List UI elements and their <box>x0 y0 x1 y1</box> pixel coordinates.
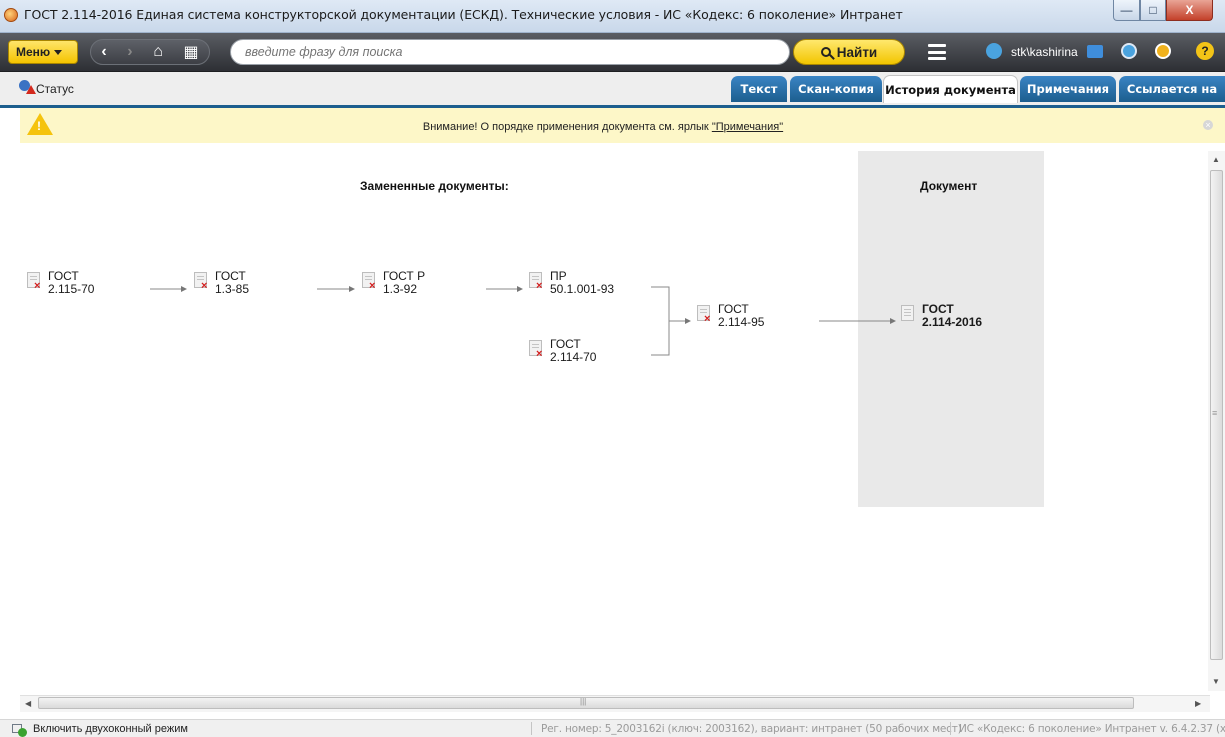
cancelled-document-icon: × <box>529 272 542 292</box>
dual-window-toggle[interactable]: Включить двухоконный режим <box>33 723 188 735</box>
history-connectors <box>150 286 896 356</box>
cancelled-document-icon: × <box>529 340 542 360</box>
node-number: 1.3-85 <box>215 282 250 296</box>
scroll-left-arrow-icon[interactable]: ◀ <box>25 699 31 708</box>
scroll-right-arrow-icon[interactable]: ▶ <box>1195 699 1201 708</box>
node-number: 2.115-70 <box>48 282 95 296</box>
node-number: 50.1.001-93 <box>550 282 615 296</box>
version-info: ИС «Кодекс: 6 поколение» Интранет v. 6.4… <box>959 723 1225 735</box>
status-divider <box>531 722 532 735</box>
node-number: 2.114-95 <box>718 315 765 329</box>
history-node-pr-50-1-001-93[interactable]: × ПР 50.1.001-93 <box>529 270 614 296</box>
history-node-gost-1-3-85[interactable]: × ГОСТ 1.3-85 <box>194 270 249 296</box>
document-icon <box>901 305 914 323</box>
history-node-gost-r-1-3-92[interactable]: × ГОСТ Р 1.3-92 <box>362 270 425 296</box>
scroll-down-arrow-icon[interactable]: ▼ <box>1212 677 1220 686</box>
node-number: 2.114-70 <box>550 350 597 364</box>
cancelled-document-icon: × <box>362 272 375 292</box>
history-node-gost-2-114-70[interactable]: × ГОСТ 2.114-70 <box>529 338 596 364</box>
history-node-current-gost-2-114-2016[interactable]: ГОСТ 2.114-2016 <box>901 303 982 329</box>
node-number: 1.3-92 <box>383 282 418 296</box>
scroll-grip-icon: ≡ <box>1212 408 1218 418</box>
cancelled-document-icon: × <box>194 272 207 292</box>
cancelled-document-icon: × <box>697 305 710 325</box>
status-bar: Включить двухоконный режим Рег. номер: 5… <box>0 719 1225 737</box>
node-number: 2.114-2016 <box>922 315 983 329</box>
cancelled-document-icon: × <box>27 272 40 292</box>
history-node-gost-2-114-95[interactable]: × ГОСТ 2.114-95 <box>697 303 764 329</box>
scroll-up-arrow-icon[interactable]: ▲ <box>1212 155 1220 164</box>
hscroll-grip-icon: ||| <box>580 697 587 706</box>
history-node-gost-2-115-70[interactable]: × ГОСТ 2.115-70 <box>27 270 94 296</box>
registration-info: Рег. номер: 5_2003162i (ключ: 2003162), … <box>541 723 962 735</box>
status-divider <box>950 722 951 735</box>
